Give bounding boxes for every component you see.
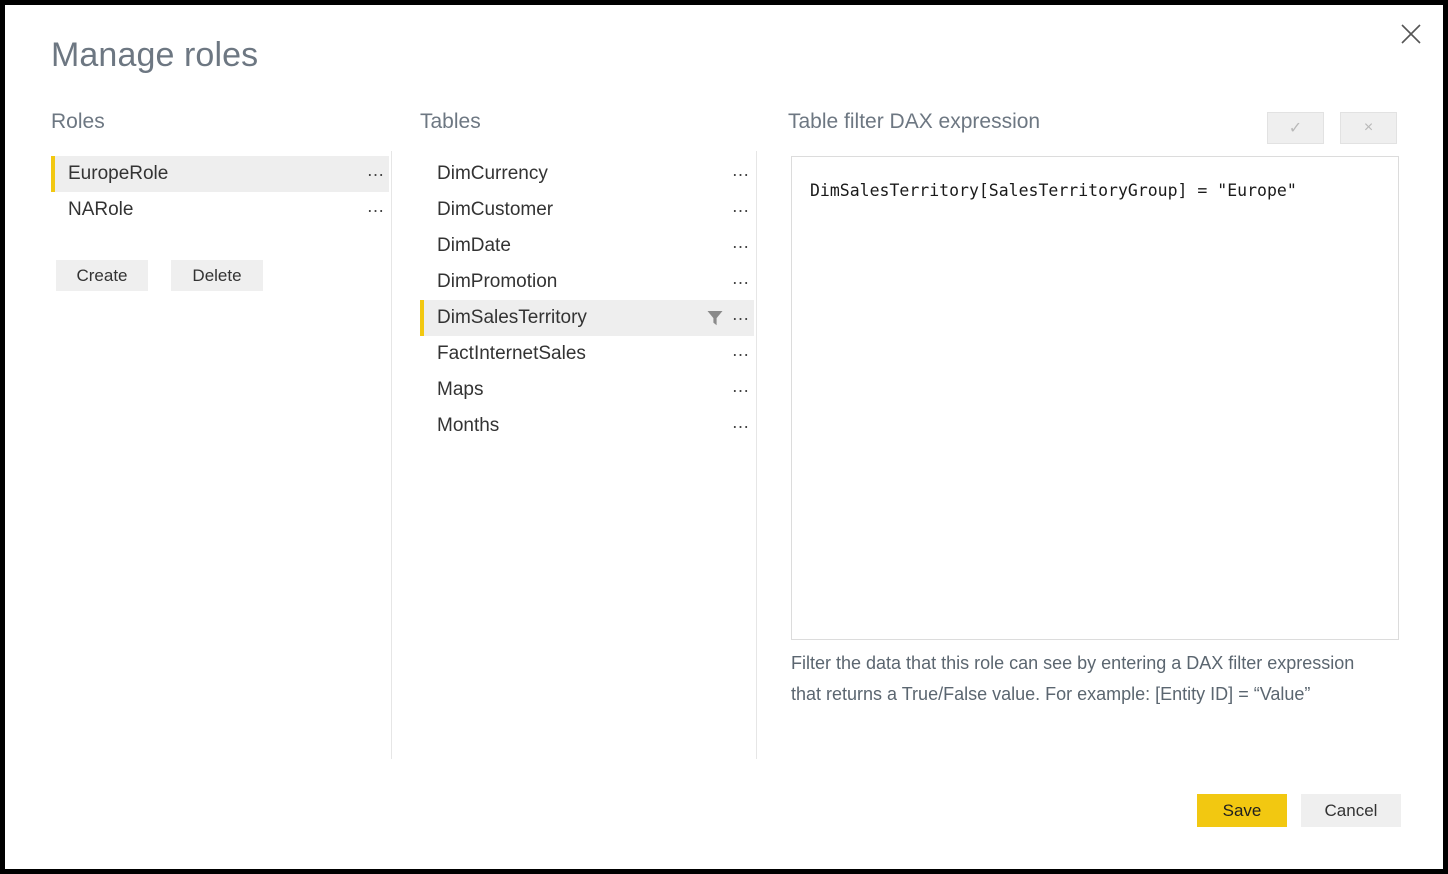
dax-actions: ✓ × (1267, 112, 1397, 144)
selection-accent-bar (420, 372, 424, 408)
selection-accent-bar (51, 192, 55, 228)
tables-list: DimCurrency… DimCustomer… DimDate… DimPromo… (420, 156, 754, 444)
page-title: Manage roles (51, 36, 259, 74)
tables-item-label: DimCurrency (437, 163, 548, 184)
tables-item[interactable]: DimCustomer … (420, 192, 754, 228)
tables-item-label: Months (437, 415, 500, 436)
tables-item-more-options-icon[interactable]: … (728, 233, 754, 255)
tables-item-more-options-icon[interactable]: … (728, 341, 754, 363)
cancel-button[interactable]: Cancel (1301, 794, 1401, 827)
tables-item-label: Maps (437, 379, 484, 400)
tables-item-label: DimCustomer (437, 199, 554, 220)
tables-item-more-options-icon[interactable]: … (728, 377, 754, 399)
tables-item-more-options-icon[interactable]: … (728, 305, 754, 327)
roles-item-more-options-icon[interactable]: … (363, 197, 389, 219)
footer-actions: Save Cancel (1197, 794, 1401, 827)
dax-help-text: Filter the data that this role can see b… (791, 648, 1391, 710)
dax-expression-input[interactable]: DimSalesTerritory[SalesTerritoryGroup] =… (791, 156, 1399, 640)
filter-funnel-icon (704, 307, 726, 329)
tables-item-more-options-icon[interactable]: … (728, 161, 754, 183)
divider-tables-dax (756, 151, 757, 759)
roles-item[interactable]: EuropeRole … (51, 156, 389, 192)
roles-item-label: EuropeRole (68, 163, 169, 184)
tables-item-label: DimPromotion (437, 271, 558, 292)
close-icon[interactable] (1391, 14, 1431, 54)
create-role-button[interactable]: Create (56, 260, 148, 291)
tables-item[interactable]: DimCurrency … (420, 156, 754, 192)
roles-section-header: Roles (51, 110, 105, 133)
tables-item[interactable]: Months … (420, 408, 754, 444)
tables-item[interactable]: DimPromotion … (420, 264, 754, 300)
roles-item-more-options-icon[interactable]: … (363, 161, 389, 183)
selection-accent-bar (51, 156, 55, 192)
tables-item-more-options-icon[interactable]: … (728, 197, 754, 219)
selection-accent-bar (420, 156, 424, 192)
selection-accent-bar (420, 336, 424, 372)
roles-actions: Create Delete (56, 260, 263, 291)
dax-help-line-1: Filter the data that this role can see b… (791, 653, 1355, 673)
dax-help-line-2: that returns a True/False value. For exa… (791, 684, 1311, 704)
checkmark-icon[interactable]: ✓ (1267, 112, 1324, 144)
divider-roles-tables (391, 151, 392, 759)
tables-item[interactable]: FactInternetSales … (420, 336, 754, 372)
checkmark-glyph: ✓ (1288, 120, 1303, 137)
dax-expression-text: DimSalesTerritory[SalesTerritoryGroup] =… (810, 181, 1297, 200)
tables-item-label: DimDate (437, 235, 511, 256)
multiply-glyph: × (1363, 119, 1374, 136)
dax-section-header: Table filter DAX expression (788, 110, 1041, 133)
save-button[interactable]: Save (1197, 794, 1287, 827)
multiply-icon[interactable]: × (1340, 112, 1397, 144)
tables-item-label: FactInternetSales (437, 343, 586, 364)
roles-item[interactable]: NARole … (51, 192, 389, 228)
tables-item-label: DimSalesTerritory (437, 307, 587, 328)
tables-item[interactable]: DimDate … (420, 228, 754, 264)
roles-list: EuropeRole … NARole … (51, 156, 389, 228)
tables-item[interactable]: DimSalesTerritory … (420, 300, 754, 336)
delete-role-button[interactable]: Delete (171, 260, 263, 291)
tables-item[interactable]: Maps … (420, 372, 754, 408)
tables-item-more-options-icon[interactable]: … (728, 413, 754, 435)
selection-accent-bar (420, 192, 424, 228)
roles-item-label: NARole (68, 199, 134, 220)
selection-accent-bar (420, 300, 424, 336)
tables-item-more-options-icon[interactable]: … (728, 269, 754, 291)
selection-accent-bar (420, 228, 424, 264)
selection-accent-bar (420, 264, 424, 300)
selection-accent-bar (420, 408, 424, 444)
tables-section-header: Tables (420, 110, 481, 133)
manage-roles-dialog: Manage roles Roles Tables Table filter D… (0, 0, 1448, 874)
